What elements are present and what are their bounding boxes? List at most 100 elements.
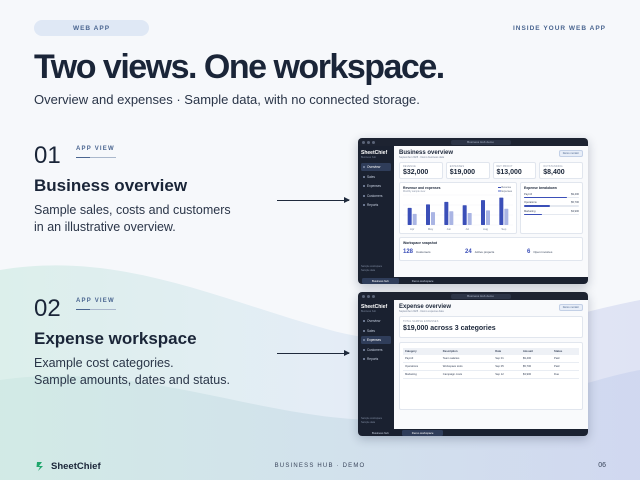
column-header[interactable]: Description xyxy=(440,347,494,355)
snapshot-label: Open invoices xyxy=(533,249,553,254)
column-header[interactable]: Amount xyxy=(520,347,553,355)
kpi-value: $8,400 xyxy=(543,169,565,176)
bullet-icon xyxy=(363,358,365,360)
snapshot-item: 6 Open invoices xyxy=(527,249,579,255)
kpi-card: NET PROFIT $13,000 xyxy=(492,162,537,179)
month-tick-label: Apr xyxy=(410,227,414,231)
kpi-label: EXPENSES xyxy=(449,165,465,168)
window-dot[interactable] xyxy=(362,294,365,298)
month-tick-label: Aug xyxy=(483,227,488,231)
breakdown-value: $5,700 xyxy=(571,201,579,204)
sidebar-item-expenses[interactable]: Expenses xyxy=(361,336,391,344)
sidebar-footer: Sample workspace Sample data xyxy=(361,417,382,425)
page-subtitle: Overview and expenses · Sample data, wit… xyxy=(34,92,420,107)
revenue-bar xyxy=(462,205,467,225)
breakdown-row: Payroll $9,400 xyxy=(524,192,579,198)
revenue-bar-chart: Apr May Jun Jul Aug Sep xyxy=(403,194,513,231)
bullet-icon xyxy=(363,320,365,322)
view-title-2: Expense workspace xyxy=(34,329,197,348)
column-header[interactable]: Status xyxy=(552,347,579,355)
snapshot-label: Customers xyxy=(416,249,431,254)
sidebar-item-label: Customers xyxy=(367,347,383,352)
overview-subtitle: September 2025 · Demo business data xyxy=(399,156,445,159)
kpi-value: $13,000 xyxy=(496,169,522,176)
kpi-value: $32,000 xyxy=(403,169,429,176)
kpi-card: REVENUE $32,000 xyxy=(399,162,443,179)
table-row[interactable]: Operations Workspace tools Sep 05 $5,700… xyxy=(403,362,579,371)
breakdown-title: Expense breakdown xyxy=(524,185,557,190)
page-title: Two views. One workspace. xyxy=(34,48,445,86)
sidebar-item-sales[interactable]: Sales xyxy=(361,327,391,335)
table-cell: Team salaries xyxy=(440,354,494,363)
view-desc-1-line1: Sample sales, costs and customers xyxy=(34,203,231,217)
window-dot[interactable] xyxy=(362,140,365,144)
window-dot[interactable] xyxy=(372,140,375,144)
window-tabs: Business hub Demo workspace xyxy=(358,277,588,284)
tab-demo-workspace[interactable]: Demo workspace xyxy=(402,278,444,284)
expenses-bar xyxy=(486,210,490,225)
demo-monitor-chip[interactable]: Demo monitor xyxy=(558,304,583,311)
sidebar-item-label: Expenses xyxy=(367,338,381,342)
window-dot[interactable] xyxy=(367,140,370,144)
kpi-card: EXPENSES $19,000 xyxy=(445,162,490,179)
sidebar-item-overview[interactable]: Overview xyxy=(361,317,391,325)
sidebar-item-label: Reports xyxy=(367,357,379,361)
tab-business-hub[interactable]: Business hub xyxy=(362,430,399,436)
table-cell: Sep 12 xyxy=(493,370,521,379)
snapshot-label: Active projects xyxy=(474,249,495,254)
breakdown-label: Operations xyxy=(524,201,537,204)
expense-main: Expense overview September 2025 · Demo e… xyxy=(394,300,588,429)
revenue-chart-card: Revenue and expenses Monthly sample view… xyxy=(399,182,517,234)
sidebar-item-label: Sales xyxy=(367,328,375,333)
snapshot-title: Workspace snapshot xyxy=(403,240,438,245)
table-row[interactable]: Payroll Team salaries Sep 01 $9,400 Paid xyxy=(403,354,579,363)
table-row[interactable]: Marketing Campaign costs Sep 12 $3,900 D… xyxy=(403,370,579,379)
breakdown-row: Operations $5,700 xyxy=(524,201,579,207)
overview-window: Business Hub demo SheetChief Business hu… xyxy=(358,138,588,284)
total-label: TOTAL SAMPLE EXPENSES xyxy=(403,319,439,323)
sidebar-item-reports[interactable]: Reports xyxy=(361,201,391,209)
sidebar: SheetChief Business hub Overview Sales E… xyxy=(358,300,394,429)
view-desc-2-line1: Example cost categories. xyxy=(34,356,174,370)
sidebar-item-label: Overview xyxy=(367,165,381,169)
month-tick-label: May xyxy=(428,227,434,231)
table-cell: Workspace tools xyxy=(440,362,494,371)
sidebar-item-label: Customers xyxy=(367,193,383,198)
table-cell: Paid xyxy=(552,354,579,363)
window-dot[interactable] xyxy=(372,294,375,298)
sidebar-item-overview[interactable]: Overview xyxy=(361,163,391,171)
view-title-1: Business overview xyxy=(34,176,188,195)
view-desc-1: Sample sales, costs and customers in an … xyxy=(34,202,274,236)
month-tick-label: Sep xyxy=(501,227,506,231)
demo-monitor-chip[interactable]: Demo monitor xyxy=(558,150,583,157)
snapshot-value: 24 xyxy=(465,248,472,255)
tab-demo-workspace[interactable]: Demo workspace xyxy=(401,429,444,436)
table-cell: $5,700 xyxy=(520,362,553,371)
sidebar-item-customers[interactable]: Customers xyxy=(361,192,391,200)
url-bar[interactable]: Business Hub demo xyxy=(450,139,511,145)
tab-business-hub[interactable]: Business hub xyxy=(362,277,399,284)
column-header[interactable]: Date xyxy=(493,347,521,355)
sidebar-footer-line2: Sample data xyxy=(361,421,376,424)
sidebar-item-sales[interactable]: Sales xyxy=(361,173,391,181)
revenue-bar xyxy=(481,200,485,225)
revenue-bar xyxy=(444,201,449,225)
sidebar-item-customers[interactable]: Customers xyxy=(361,346,391,354)
kpi-label: NET PROFIT xyxy=(496,165,513,168)
expense-subtitle: September 2025 · Demo expense data xyxy=(399,310,444,313)
expenses-bar xyxy=(504,208,509,225)
arrow-to-expense xyxy=(277,350,350,356)
view-desc-2-line2: Sample amounts, dates and status. xyxy=(34,373,230,387)
expense-window: Business Hub demo SheetChief Business hu… xyxy=(358,292,588,436)
expense-breakdown-card: Expense breakdown Payroll $9,400 Operatio… xyxy=(520,182,583,234)
revenue-bar xyxy=(426,204,430,225)
window-dot[interactable] xyxy=(367,294,370,298)
column-header[interactable]: Category xyxy=(403,347,441,355)
bullet-icon xyxy=(363,175,365,178)
sidebar-item-reports[interactable]: Reports xyxy=(361,355,391,363)
breakdown-value: $9,400 xyxy=(571,192,579,196)
table-header-row: Category Description Date Amount Status xyxy=(403,347,579,355)
breakdown-fill xyxy=(524,213,542,215)
sidebar-item-expenses[interactable]: Expenses xyxy=(361,182,391,190)
url-bar[interactable]: Business Hub demo xyxy=(450,293,511,299)
